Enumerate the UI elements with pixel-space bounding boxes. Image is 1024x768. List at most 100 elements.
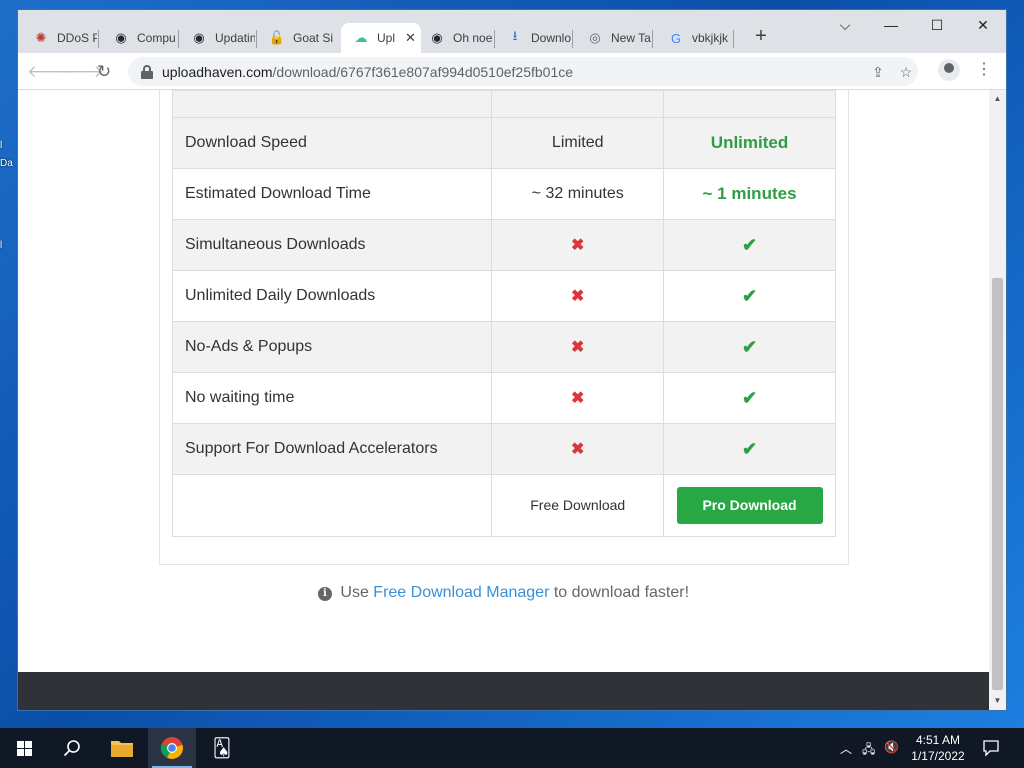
pro-plan-cell: ✔	[663, 321, 836, 373]
check-icon: ✔	[741, 438, 758, 459]
tip-suffix: to download faster!	[553, 584, 690, 601]
tab-separator	[98, 30, 99, 48]
browser-toolbar: 🡐 🡒 ↻ uploadhaven.com/download/6767f361e…	[18, 53, 1006, 90]
profile-avatar-icon[interactable]	[938, 59, 960, 81]
free-plan-cell: ✖	[491, 372, 665, 424]
lock-icon[interactable]	[140, 64, 154, 79]
check-icon: ✔	[741, 285, 758, 306]
free-download-cell: Free Download	[491, 474, 665, 537]
chrome-favicon-icon: ◎	[589, 30, 601, 45]
check-icon: ✔	[741, 234, 758, 255]
free-plan-cell: ✖	[491, 219, 665, 271]
free-download-button[interactable]: Free Download	[530, 497, 625, 513]
scroll-up-arrow-icon[interactable]: ▲	[989, 92, 1006, 106]
browser-tab[interactable]: ◉ Updatin	[179, 23, 255, 53]
bookmark-star-icon[interactable]: ☆	[896, 62, 916, 82]
cross-icon: ✖	[571, 339, 585, 356]
tab-search-button[interactable]: ⌵	[822, 10, 868, 40]
tab-title: Compu	[137, 31, 176, 45]
github-favicon-icon: ◉	[431, 30, 443, 45]
reload-button[interactable]: ↻	[91, 59, 117, 85]
browser-tab[interactable]: Gvbkjkjk	[656, 23, 732, 53]
tab-title: Downlo	[531, 31, 571, 45]
download-tip: i Use Free Download Manager to download …	[18, 584, 989, 602]
notifications-icon[interactable]	[982, 739, 1000, 757]
table-row: Download Speed Limited Unlimited	[171, 117, 836, 169]
close-window-button[interactable]: ✕	[960, 10, 1006, 40]
folder-icon[interactable]	[110, 738, 134, 758]
browser-tab[interactable]: ◎ New Ta	[575, 23, 651, 53]
info-icon: i	[317, 587, 332, 601]
back-button[interactable]: 🡐	[27, 59, 73, 85]
taskbar-clock[interactable]: 4:51 AM 1/17/2022	[905, 732, 971, 764]
table-row: No waiting time ✖ ✔	[171, 372, 836, 424]
search-button[interactable]	[48, 728, 96, 768]
feature-label: No waiting time	[171, 372, 493, 424]
table-row: Simultaneous Downloads ✖ ✔	[171, 219, 836, 271]
browser-tab[interactable]: 🔓 Goat Si	[257, 23, 333, 53]
free-download-manager-link[interactable]: Free Download Manager	[373, 584, 549, 601]
maximize-button[interactable]: ☐	[914, 10, 960, 40]
github-favicon-icon: ◉	[193, 30, 205, 45]
pro-plan-value: ~ 1 minutes	[663, 168, 836, 220]
page-viewport: Download Speed Limited Unlimited Estimated …	[18, 90, 989, 710]
table-row: Estimated Download Time ~ 32 minutes ~ 1 m…	[171, 168, 836, 220]
google-favicon-icon: G	[670, 30, 682, 46]
check-icon: ✔	[741, 336, 758, 357]
cross-icon: ✖	[571, 288, 585, 305]
pro-plan-cell: ✔	[663, 219, 836, 271]
tab-close-icon[interactable]: ✕	[405, 30, 416, 46]
start-button[interactable]	[0, 728, 48, 768]
feature-label: Estimated Download Time	[171, 168, 493, 220]
tab-separator	[572, 30, 573, 48]
forward-button[interactable]: 🡒	[58, 59, 104, 85]
feature-label: No-Ads & Popups	[171, 321, 493, 373]
tab-separator	[652, 30, 653, 48]
uploadhaven-favicon-icon: ☁	[354, 30, 368, 45]
clock-time: 4:51 AM	[915, 733, 961, 747]
browser-tab[interactable]: ◉ Oh noe	[417, 23, 493, 53]
table-row: Free Download Pro Download	[171, 474, 836, 537]
lock-favicon-icon: 🔓	[268, 30, 286, 45]
table-row: No-Ads & Popups ✖ ✔	[171, 321, 836, 373]
vertical-scrollbar[interactable]: ▲ ▼	[989, 90, 1006, 710]
desktop-icon-label[interactable]: l	[0, 140, 2, 151]
browser-tab[interactable]: ☁ Upl ✕	[341, 23, 421, 53]
new-tab-button[interactable]: +	[749, 25, 773, 49]
feature-label: Simultaneous Downloads	[171, 219, 493, 271]
taskbar-file-explorer[interactable]	[98, 728, 146, 768]
show-hidden-icons-chevron-icon[interactable]: ︿	[840, 740, 852, 757]
browser-tab[interactable]: ⭳ Downlo	[495, 23, 571, 53]
chrome-menu-icon[interactable]: ⋮	[976, 59, 992, 81]
minimize-button[interactable]: —	[868, 10, 914, 40]
desktop-icon-label[interactable]: l	[0, 240, 2, 251]
scroll-down-arrow-icon[interactable]: ▼	[989, 694, 1006, 708]
share-icon[interactable]: ⇪	[868, 62, 888, 82]
cross-icon: ✖	[571, 441, 585, 458]
browser-tab[interactable]: ✺ DDoS P	[21, 23, 97, 53]
empty-cell	[171, 474, 493, 537]
check-icon: ✔	[741, 387, 758, 408]
taskbar: 🂡 ︿ 🖧 🔇 4:51 AM 1/17/2022	[0, 728, 1024, 768]
chrome-icon[interactable]	[160, 736, 184, 760]
pro-download-button[interactable]: Pro Download	[676, 487, 823, 524]
network-icon[interactable]: 🖧	[862, 740, 875, 761]
windows-start-icon[interactable]	[16, 740, 32, 756]
cards-icon[interactable]: 🂡	[213, 738, 231, 759]
feature-label: Download Speed	[171, 117, 493, 169]
desktop-icon-label[interactable]: Da	[0, 158, 13, 169]
free-plan-cell: ✖	[491, 321, 665, 373]
volume-muted-icon[interactable]: 🔇	[884, 740, 899, 754]
taskbar-solitaire[interactable]: 🂡	[198, 728, 246, 768]
address-bar[interactable]: uploadhaven.com/download/6767f361e807af9…	[128, 57, 918, 86]
scroll-thumb[interactable]	[992, 278, 1003, 690]
browser-tab[interactable]: ◉ Compu	[101, 23, 177, 53]
pro-plan-value: Unlimited	[663, 117, 836, 169]
cross-icon: ✖	[571, 237, 585, 254]
table-row: Unlimited Daily Downloads ✖ ✔	[171, 270, 836, 322]
taskbar-chrome[interactable]	[148, 728, 196, 768]
pro-plan-cell: ✔	[663, 423, 836, 475]
tab-title: vbkjkjk	[692, 31, 729, 45]
search-icon[interactable]	[63, 739, 81, 757]
url-text[interactable]: uploadhaven.com/download/6767f361e807af9…	[162, 64, 573, 80]
